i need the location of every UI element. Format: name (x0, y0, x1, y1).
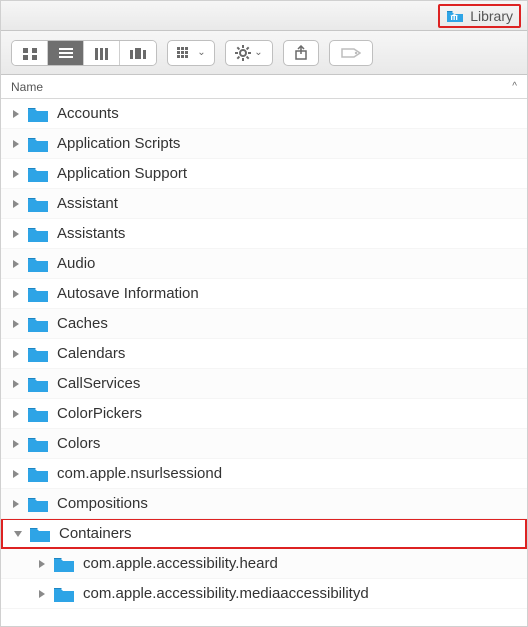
folder-icon (27, 495, 49, 513)
finder-window: Library (0, 0, 528, 627)
disclosure-right-icon[interactable] (9, 107, 23, 121)
disclosure-right-icon[interactable] (9, 287, 23, 301)
list-item[interactable]: Application Support (1, 159, 527, 189)
window-title: Library (438, 4, 521, 28)
folder-icon (29, 525, 51, 543)
list-item[interactable]: Application Scripts (1, 129, 527, 159)
disclosure-right-icon[interactable] (9, 347, 23, 361)
disclosure-right-icon[interactable] (9, 437, 23, 451)
view-coverflow-button[interactable] (120, 41, 156, 66)
list-item[interactable]: Assistants (1, 219, 527, 249)
list-item[interactable]: Compositions (1, 489, 527, 519)
folder-icon (27, 255, 49, 273)
list-item-label: Application Support (57, 165, 187, 182)
disclosure-right-icon[interactable] (35, 587, 49, 601)
folder-icon (27, 225, 49, 243)
arrange-button[interactable]: ⌄ (167, 40, 215, 66)
library-folder-icon (446, 9, 464, 23)
folder-icon (53, 585, 75, 603)
list-item[interactable]: com.apple.nsurlsessiond (1, 459, 527, 489)
file-listing: Accounts Application Scripts Application S… (1, 99, 527, 626)
list-item-label: Accounts (57, 105, 119, 122)
action-button[interactable]: ⌄ (225, 40, 273, 66)
share-button[interactable] (283, 40, 319, 66)
arrange-icon (176, 46, 194, 60)
list-item-label: com.apple.nsurlsessiond (57, 465, 222, 482)
disclosure-right-icon[interactable] (9, 407, 23, 421)
view-list-button[interactable] (48, 41, 84, 66)
view-icon-button[interactable] (12, 41, 48, 66)
folder-icon (27, 465, 49, 483)
folder-icon (27, 435, 49, 453)
disclosure-right-icon[interactable] (9, 257, 23, 271)
list-item-label: Calendars (57, 345, 125, 362)
column-header[interactable]: Name ^ (1, 75, 527, 99)
list-view-icon (58, 47, 74, 61)
disclosure-right-icon[interactable] (9, 227, 23, 241)
disclosure-right-icon[interactable] (9, 197, 23, 211)
folder-icon (53, 555, 75, 573)
list-item[interactable]: com.apple.accessibility.heard (1, 549, 527, 579)
view-mode-group (11, 40, 157, 66)
list-item[interactable]: com.apple.accessibility.mediaaccessibili… (1, 579, 527, 609)
gear-icon (235, 45, 251, 61)
disclosure-right-icon[interactable] (9, 167, 23, 181)
list-item-label: Assistant (57, 195, 118, 212)
folder-icon (27, 165, 49, 183)
folder-icon (27, 195, 49, 213)
titlebar: Library (1, 1, 527, 31)
folder-icon (27, 375, 49, 393)
folder-icon (27, 345, 49, 363)
folder-icon (27, 135, 49, 153)
chevron-down-icon: ⌄ (197, 47, 205, 58)
list-item-label: Application Scripts (57, 135, 180, 152)
disclosure-right-icon[interactable] (9, 467, 23, 481)
disclosure-right-icon[interactable] (9, 497, 23, 511)
folder-icon (27, 285, 49, 303)
list-item-label: Compositions (57, 495, 148, 512)
coverflow-view-icon (129, 47, 147, 61)
list-item[interactable]: Autosave Information (1, 279, 527, 309)
tag-icon (341, 46, 361, 60)
list-item[interactable]: Audio (1, 249, 527, 279)
tags-button[interactable] (329, 40, 373, 66)
list-item[interactable]: Colors (1, 429, 527, 459)
list-item-label: com.apple.accessibility.heard (83, 555, 278, 572)
window-title-label: Library (470, 8, 513, 24)
view-column-button[interactable] (84, 41, 120, 66)
list-item-label: Audio (57, 255, 95, 272)
toolbar: ⌄ ⌄ (1, 31, 527, 75)
list-item-label: com.apple.accessibility.mediaaccessibili… (83, 585, 369, 602)
list-item[interactable]: Accounts (1, 99, 527, 129)
list-item[interactable]: Assistant (1, 189, 527, 219)
sort-indicator-icon: ^ (512, 81, 517, 92)
list-item[interactable]: Containers (1, 519, 527, 549)
list-item[interactable]: Caches (1, 309, 527, 339)
folder-icon (27, 405, 49, 423)
icon-view-icon (22, 47, 38, 61)
list-item-label: Autosave Information (57, 285, 199, 302)
disclosure-right-icon[interactable] (9, 317, 23, 331)
column-name-label: Name (11, 80, 43, 94)
column-view-icon (94, 47, 110, 61)
list-item-label: CallServices (57, 375, 140, 392)
disclosure-right-icon[interactable] (35, 557, 49, 571)
list-item-label: Colors (57, 435, 100, 452)
chevron-down-icon: ⌄ (254, 47, 262, 58)
list-item[interactable]: Calendars (1, 339, 527, 369)
list-item-label: ColorPickers (57, 405, 142, 422)
disclosure-down-icon[interactable] (11, 527, 25, 541)
list-item[interactable]: ColorPickers (1, 399, 527, 429)
list-item-label: Containers (59, 525, 132, 542)
disclosure-right-icon[interactable] (9, 377, 23, 391)
disclosure-right-icon[interactable] (9, 137, 23, 151)
folder-icon (27, 315, 49, 333)
share-icon (294, 45, 308, 61)
list-item[interactable]: CallServices (1, 369, 527, 399)
folder-icon (27, 105, 49, 123)
list-item-label: Assistants (57, 225, 125, 242)
list-item-label: Caches (57, 315, 108, 332)
